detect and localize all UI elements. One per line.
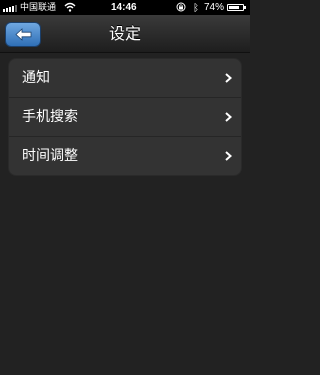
clock: 14:46: [111, 2, 137, 13]
battery-fill: [229, 6, 239, 9]
battery-percent: 74%: [204, 2, 225, 13]
bluetooth-icon: ᛒ: [193, 3, 199, 14]
wifi-icon: [64, 2, 76, 12]
rotation-lock-icon: [176, 2, 186, 12]
settings-list: 通知 手机搜索 时间调整: [8, 58, 242, 176]
signal-strength-icon: [3, 4, 17, 12]
status-bar: 中国联通 14:46 ᛒ 74%: [0, 0, 250, 15]
arrow-left-icon: [15, 28, 32, 41]
settings-item-label: 时间调整: [22, 148, 78, 164]
back-button[interactable]: [5, 22, 41, 47]
carrier-name: 中国联通: [20, 2, 57, 12]
navigation-bar: 设定: [0, 15, 250, 53]
chevron-right-icon: [225, 112, 232, 122]
settings-item-notifications[interactable]: 通知: [9, 59, 241, 98]
battery-nub: [244, 6, 246, 9]
settings-item-time-adjust[interactable]: 时间调整: [9, 137, 241, 175]
settings-item-label: 通知: [22, 70, 50, 86]
chevron-right-icon: [225, 151, 232, 161]
chevron-right-icon: [225, 73, 232, 83]
settings-item-label: 手机搜索: [22, 109, 78, 125]
settings-item-phone-search[interactable]: 手机搜索: [9, 98, 241, 137]
battery-icon: [227, 4, 246, 11]
